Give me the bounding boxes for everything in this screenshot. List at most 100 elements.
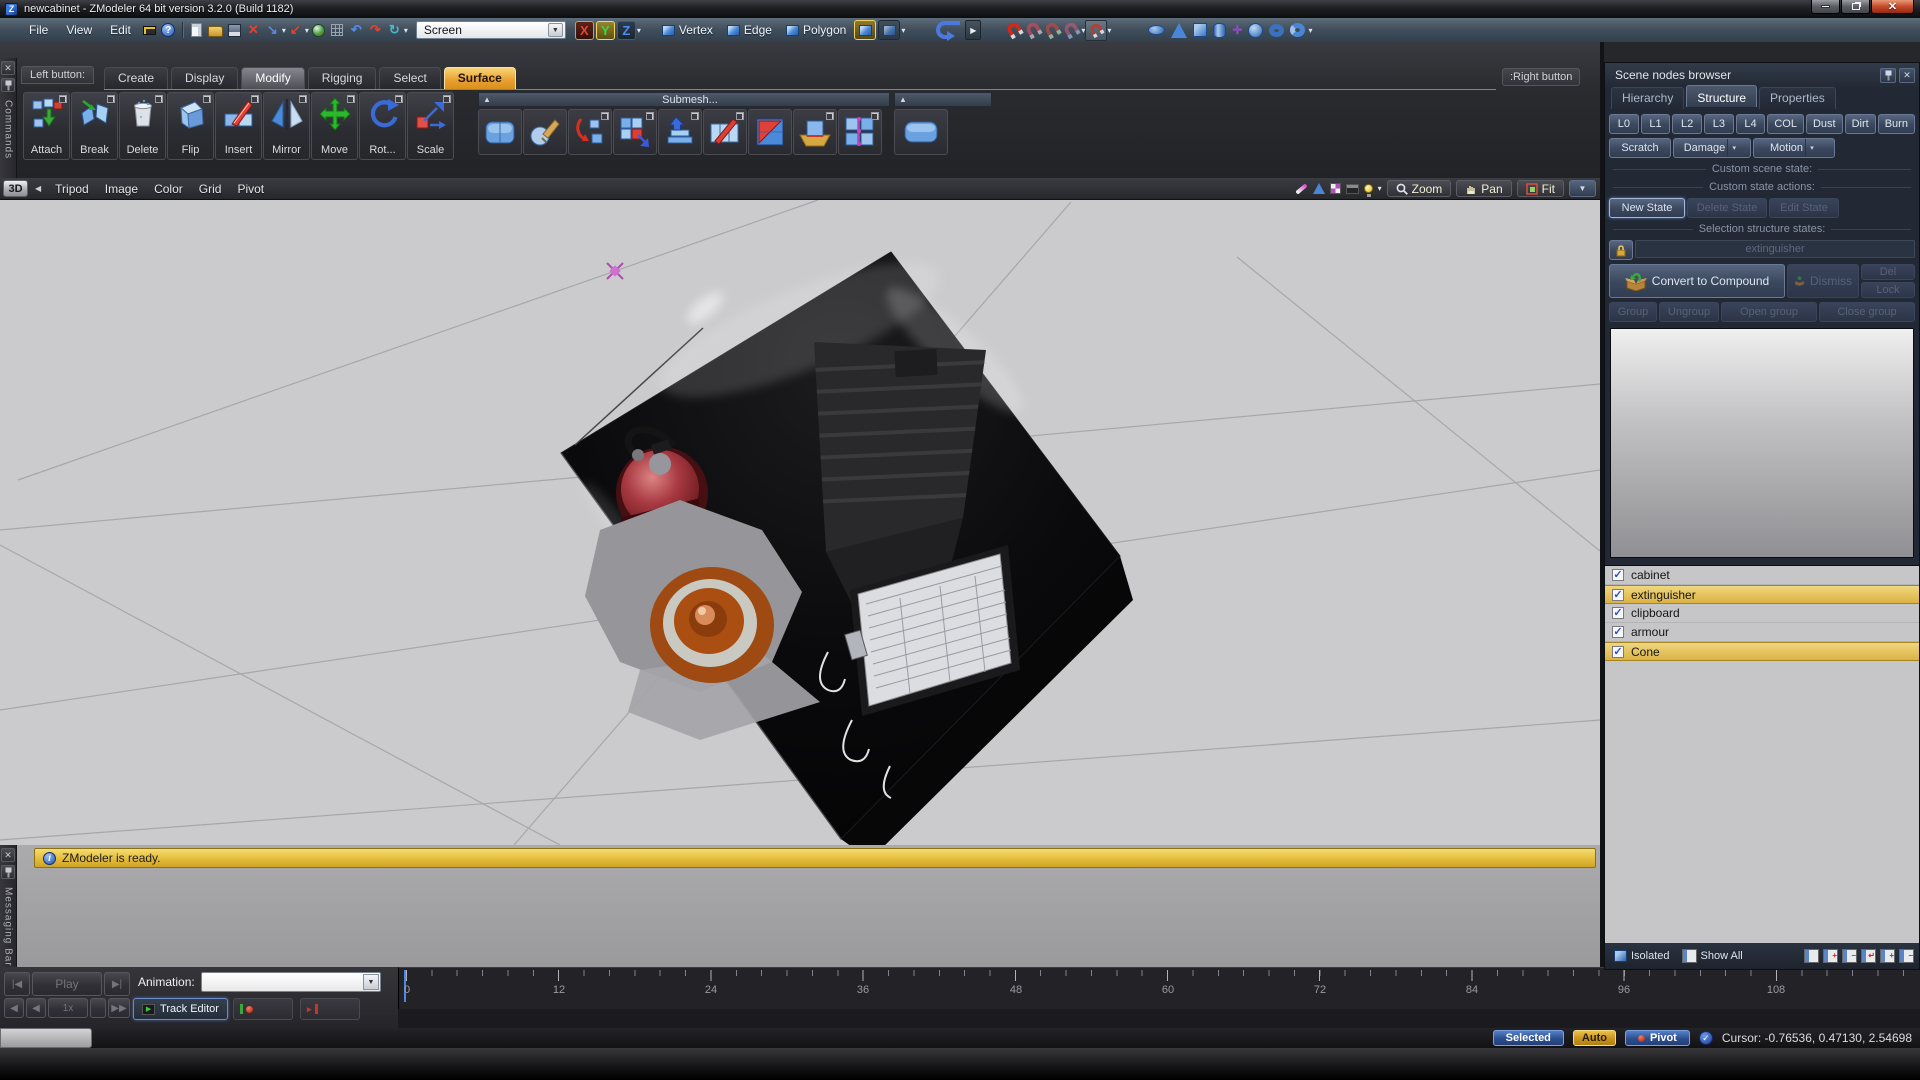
tool-options-icon[interactable] <box>107 95 115 103</box>
collapse-left-icon[interactable]: ◀ <box>35 184 41 193</box>
rotate-tool-button[interactable]: Rot... <box>359 92 406 160</box>
menu-edit[interactable]: Edit <box>101 21 140 39</box>
next-group-header[interactable]: ▲ <box>894 92 992 107</box>
undo-button[interactable]: ↶ <box>347 21 366 40</box>
stop-button[interactable] <box>90 998 106 1018</box>
scale-tool-button[interactable]: Scale <box>407 92 454 160</box>
selected-state-field[interactable]: extinguisher <box>1635 240 1915 258</box>
step-back-button[interactable]: ◀ <box>4 998 24 1018</box>
collapse-group-icon[interactable]: ▲ <box>899 95 907 104</box>
primitive-sphere-icon[interactable] <box>1248 23 1263 38</box>
del-button[interactable]: Del <box>1861 264 1915 280</box>
primitive-cone-icon[interactable] <box>1171 23 1187 38</box>
isolated-button[interactable]: Isolated <box>1610 948 1674 964</box>
go-to-start-button[interactable]: |◀ <box>4 972 30 996</box>
split-view-icon[interactable] <box>1804 949 1819 963</box>
snap-vertex-magnet-icon[interactable] <box>1005 21 1024 40</box>
tool-options-icon[interactable] <box>155 95 163 103</box>
tool-options-icon[interactable] <box>299 95 307 103</box>
lock-state-button[interactable] <box>1609 240 1633 260</box>
close-button[interactable]: ✕ <box>1871 0 1914 14</box>
viewport-menu-tripod[interactable]: Tripod <box>47 180 97 198</box>
break-tool-button[interactable]: Break <box>71 92 118 160</box>
viewport-3d[interactable]: CO₂ <box>0 200 1600 845</box>
primitive-cylinder-icon[interactable] <box>1213 23 1226 38</box>
snap-axis-magnet-icon[interactable] <box>1062 21 1081 40</box>
vertex-mode-button[interactable]: Vertex <box>655 23 720 37</box>
motion-dropdown-icon[interactable]: ▾ <box>1805 139 1818 157</box>
fast-forward-button[interactable]: ▶▶ <box>108 998 130 1018</box>
snap-settings-button[interactable] <box>1085 20 1107 41</box>
object-mode-button[interactable] <box>854 20 876 40</box>
visibility-checkbox[interactable]: ✓ <box>1612 646 1624 658</box>
axis-dropdown[interactable]: ▾ <box>637 26 641 35</box>
node-row-clipboard[interactable]: ✓ clipboard <box>1605 604 1919 623</box>
menu-view[interactable]: View <box>57 21 101 39</box>
submesh-extrude-button[interactable] <box>658 109 702 155</box>
flip-tool-button[interactable]: Flip <box>167 92 214 160</box>
primitive-cube-icon[interactable] <box>1193 23 1207 37</box>
zoom-button[interactable]: Zoom <box>1387 180 1452 197</box>
viewport-layout-dropdown[interactable]: ▼ <box>1569 180 1596 197</box>
collapse-list-icon[interactable]: − <box>1899 949 1914 963</box>
draw-icon[interactable] <box>1295 183 1308 194</box>
save-button[interactable] <box>225 21 244 40</box>
submesh-cut-button[interactable] <box>703 109 747 155</box>
record-keyframe-button[interactable] <box>233 998 293 1020</box>
play-button[interactable]: Play <box>32 972 102 996</box>
pin-panel-button[interactable] <box>1 865 15 879</box>
timeline-scrollbar[interactable] <box>0 1028 92 1048</box>
close-group-button[interactable]: Close group <box>1819 302 1915 322</box>
texture-checker-icon[interactable] <box>1330 183 1341 194</box>
group-tool-button[interactable] <box>894 109 948 155</box>
node-row-cone[interactable]: ✓ Cone <box>1605 642 1919 661</box>
tool-options-icon[interactable] <box>251 95 259 103</box>
delete-file-button[interactable]: ✕ <box>244 21 263 40</box>
submesh-smooth-button[interactable] <box>478 109 522 155</box>
submesh-group-header[interactable]: ▲ Submesh... <box>478 92 890 107</box>
tool-options-icon[interactable] <box>871 112 879 120</box>
revert-arrow-icon[interactable] <box>933 19 963 41</box>
visibility-checkbox[interactable]: ✓ <box>1612 626 1624 638</box>
open-group-button[interactable]: Open group <box>1721 302 1817 322</box>
refresh-button[interactable]: ↻ <box>385 21 404 40</box>
tool-options-icon[interactable] <box>736 112 744 120</box>
tool-options-icon[interactable] <box>826 112 834 120</box>
tab-select[interactable]: Select <box>379 67 440 89</box>
transform-space-select[interactable]: Screen ▼ <box>416 21 566 39</box>
auto-mode-button[interactable]: Auto <box>1573 1030 1616 1046</box>
lod-l4-button[interactable]: L4 <box>1736 114 1766 134</box>
go-to-end-button[interactable]: ▶| <box>104 972 130 996</box>
animation-clapper-icon[interactable] <box>1346 184 1359 194</box>
display-options-dropdown[interactable]: ▾ <box>1378 184 1382 193</box>
submesh-triangulate-button[interactable] <box>748 109 792 155</box>
open-file-button[interactable] <box>206 21 225 40</box>
tab-display[interactable]: Display <box>171 67 238 89</box>
animation-select[interactable]: ▼ <box>201 972 381 992</box>
minimize-button[interactable] <box>1811 0 1840 14</box>
pan-button[interactable]: Pan <box>1456 180 1511 197</box>
viewport-menu-pivot[interactable]: Pivot <box>229 180 272 198</box>
snap-grid-magnet-icon[interactable] <box>1043 21 1062 40</box>
insert-tool-button[interactable]: Insert <box>215 92 262 160</box>
viewport-menu-color[interactable]: Color <box>146 180 191 198</box>
axis-y-button[interactable]: Y <box>596 21 615 40</box>
visibility-checkbox[interactable]: ✓ <box>1612 589 1624 601</box>
tab-properties[interactable]: Properties <box>1759 87 1836 109</box>
timeline-track-area[interactable] <box>398 1009 1920 1028</box>
tool-options-icon[interactable] <box>203 95 211 103</box>
ungroup-button[interactable]: Ungroup <box>1659 302 1719 322</box>
new-state-button[interactable]: New State <box>1609 198 1685 218</box>
remove-node-icon[interactable]: − <box>1842 949 1857 963</box>
show-all-button[interactable]: Show All <box>1678 947 1747 965</box>
restore-button[interactable] <box>1841 0 1870 14</box>
lighting-bulb-icon[interactable] <box>1364 184 1373 193</box>
add-node-icon[interactable]: + <box>1823 949 1838 963</box>
submesh-bevel-button[interactable] <box>793 109 837 155</box>
tool-options-icon[interactable] <box>443 95 451 103</box>
viewport-menu-image[interactable]: Image <box>97 180 146 198</box>
help-button[interactable]: ? <box>159 21 178 40</box>
shortcuts-button[interactable] <box>140 21 159 40</box>
primitive-tube-icon[interactable] <box>1290 23 1305 37</box>
visibility-checkbox[interactable]: ✓ <box>1612 569 1624 581</box>
